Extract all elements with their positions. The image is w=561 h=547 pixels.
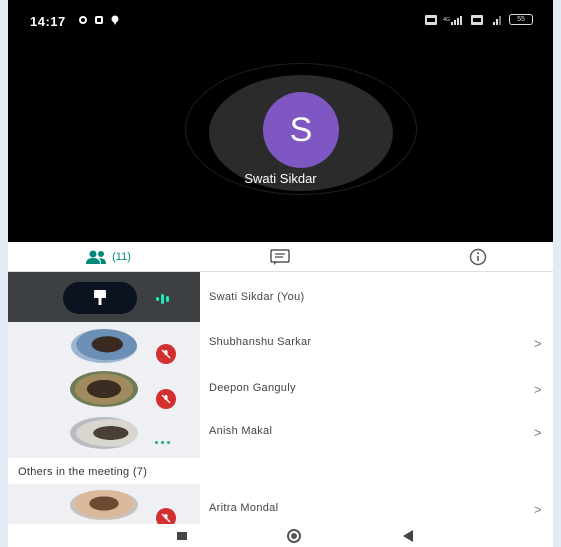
self-video-tile — [8, 272, 200, 322]
svg-text:4G: 4G — [443, 17, 450, 23]
more-dots-icon — [155, 441, 170, 444]
volte-icon-2 — [471, 14, 483, 25]
avatar — [70, 371, 138, 407]
whatsapp-notification-icon — [79, 16, 87, 24]
participant-name: Anish Makal — [209, 425, 273, 437]
chevron-right-icon[interactable]: > — [534, 425, 542, 440]
info-icon — [469, 248, 487, 266]
speaking-indicator-icon — [156, 294, 169, 304]
home-button[interactable] — [287, 529, 301, 543]
avatar: S — [263, 92, 339, 168]
message-notification-icon — [95, 16, 103, 24]
chat-icon — [270, 249, 290, 265]
pin-icon — [94, 290, 106, 305]
location-notification-icon — [111, 15, 119, 25]
participant-name: Deepon Ganguly — [209, 382, 296, 394]
list-item[interactable]: Swati Sikdar (You) — [8, 272, 553, 322]
tab-chat[interactable] — [250, 242, 310, 272]
avatar — [70, 490, 138, 520]
chevron-right-icon[interactable]: > — [534, 382, 542, 397]
people-icon — [86, 250, 107, 264]
phone-screen: 14:17 4G 55 S Swati Sikdar (11) Swati Si… — [8, 0, 553, 547]
others-section-header: Others in the meeting (7) — [8, 458, 553, 484]
mic-off-icon — [156, 389, 176, 409]
chevron-right-icon[interactable]: > — [534, 336, 542, 351]
recents-button[interactable] — [177, 532, 187, 540]
list-item[interactable]: Anish Makal > — [8, 411, 553, 458]
avatar — [70, 417, 138, 449]
signal-icon: 4G — [443, 15, 462, 25]
list-item[interactable]: Shubhanshu Sarkar > — [8, 322, 553, 372]
tab-people[interactable]: (11) — [48, 242, 168, 272]
status-time: 14:17 — [30, 14, 66, 29]
status-bar: 14:17 4G 55 — [8, 0, 553, 38]
video-area[interactable]: 14:17 4G 55 S Swati Sikdar — [8, 0, 553, 242]
navigation-bar — [8, 524, 553, 547]
battery-level: 55 — [517, 16, 525, 23]
tab-info[interactable] — [448, 242, 508, 272]
avatar — [71, 329, 137, 363]
status-icons: 4G 55 — [425, 14, 533, 25]
battery-icon: 55 — [509, 14, 533, 25]
signal-icon-2 — [493, 15, 501, 25]
participant-name: Aritra Mondal — [209, 502, 279, 514]
participant-name-video: Swati Sikdar — [244, 171, 317, 186]
list-item[interactable]: Aritra Mondal > — [8, 484, 553, 528]
participant-name: Swati Sikdar (You) — [209, 291, 305, 303]
people-count: (11) — [112, 251, 131, 263]
pin-button[interactable] — [63, 282, 137, 314]
tab-bar: (11) — [8, 242, 553, 272]
chevron-right-icon[interactable]: > — [534, 502, 542, 517]
others-heading: Others in the meeting (7) — [18, 466, 148, 478]
volte-icon — [425, 14, 437, 25]
back-button[interactable] — [403, 530, 413, 542]
participant-name: Shubhanshu Sarkar — [209, 336, 312, 348]
mic-off-icon — [156, 344, 176, 364]
